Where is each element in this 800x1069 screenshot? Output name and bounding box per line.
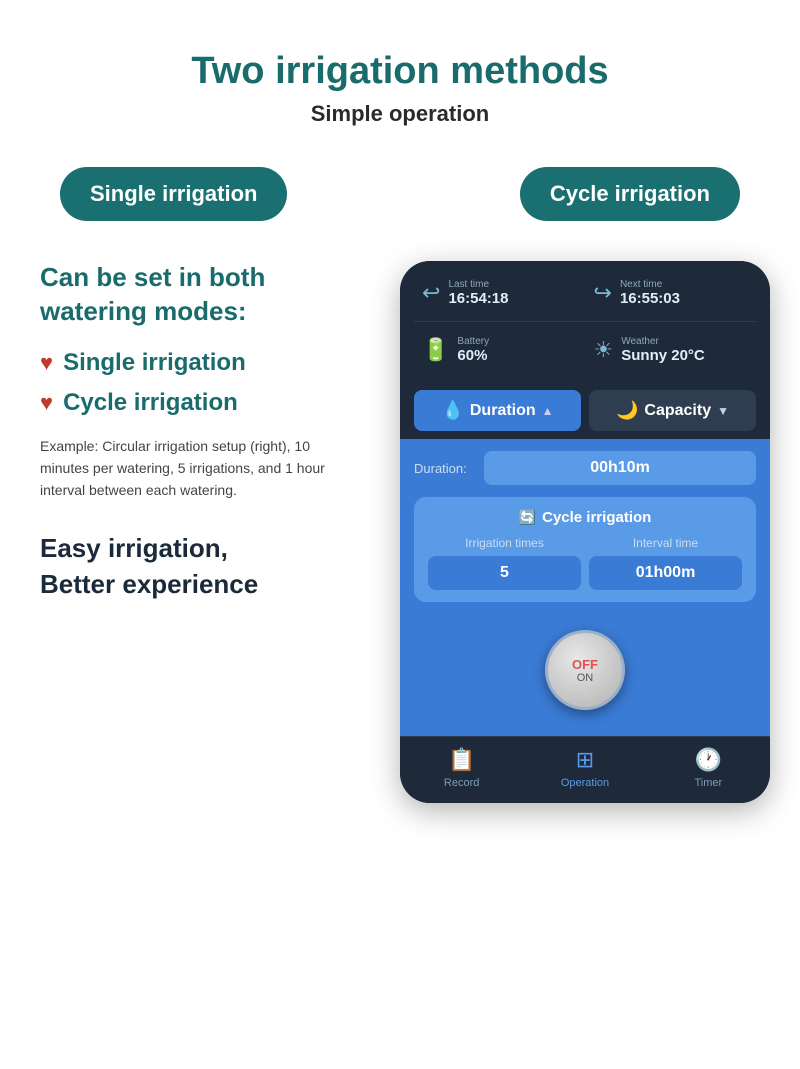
duration-value[interactable]: 00h10m (484, 451, 756, 485)
next-time-icon: ↪ (594, 280, 612, 306)
timer-icon: 🕐 (695, 747, 722, 773)
main-title: Two irrigation methods (40, 50, 760, 93)
weather-cell: ☀ Weather Sunny 20°C (586, 330, 757, 370)
interval-time-col: Interval time 01h00m (589, 536, 742, 590)
capacity-icon: 🌙 (616, 400, 638, 421)
irrigation-times-col: Irrigation times 5 (428, 536, 581, 590)
nav-operation[interactable]: ⊞ Operation (523, 747, 646, 789)
duration-label: Duration: (414, 461, 484, 476)
easy-line2: Better experience (40, 569, 258, 599)
bullet-cycle-label: Cycle irrigation (63, 389, 238, 417)
bullet-cycle: ♥ Cycle irrigation (40, 389, 370, 417)
weather-value: Sunny 20°C (621, 347, 705, 364)
last-time-icon: ↩ (422, 280, 440, 306)
cycle-irrigation-badge: Cycle irrigation (520, 167, 740, 221)
last-time-value: 16:54:18 (448, 290, 508, 307)
battery-cell: 🔋 Battery 60% (414, 330, 585, 370)
next-time-value: 16:55:03 (620, 290, 680, 307)
toggle-off-label: OFF (572, 657, 598, 672)
chevron-down-icon: ▼ (717, 404, 729, 418)
last-time-label: Last time (448, 279, 508, 290)
heart-icon-2: ♥ (40, 390, 53, 416)
easy-line1: Easy irrigation, (40, 533, 228, 563)
battery-label: Battery (457, 336, 489, 347)
badges-row: Single irrigation Cycle irrigation (0, 157, 800, 241)
toggle-section: OFF ON (414, 614, 756, 720)
phone-bottom-nav: 📋 Record ⊞ Operation 🕐 Timer (400, 736, 770, 803)
tab-capacity[interactable]: 🌙 Capacity ▼ (589, 390, 756, 431)
nav-operation-label: Operation (561, 777, 609, 789)
nav-timer[interactable]: 🕐 Timer (647, 747, 770, 789)
weather-icon: ☀ (594, 337, 614, 363)
bullet-single-label: Single irrigation (63, 349, 246, 377)
record-icon: 📋 (448, 747, 475, 773)
interval-time-header: Interval time (589, 536, 742, 550)
heart-icon-1: ♥ (40, 350, 53, 376)
tab-duration[interactable]: 💧 Duration ▲ (414, 390, 581, 431)
cycle-card-title-row: 🔄 Cycle irrigation (428, 509, 742, 526)
blue-content-area: Duration: 00h10m 🔄 Cycle irrigation Irri… (400, 439, 770, 736)
next-time-cell: ↪ Next time 16:55:03 (586, 273, 757, 313)
easy-text: Easy irrigation, Better experience (40, 530, 370, 603)
sub-title: Simple operation (40, 101, 760, 127)
operation-icon: ⊞ (576, 747, 594, 773)
next-time-label: Next time (620, 279, 680, 290)
cycle-card: 🔄 Cycle irrigation Irrigation times 5 In… (414, 497, 756, 602)
cycle-cols: Irrigation times 5 Interval time 01h00m (428, 536, 742, 590)
toggle-on-label: ON (577, 672, 594, 684)
tab-duration-label: Duration (470, 402, 536, 420)
bullet-single: ♥ Single irrigation (40, 349, 370, 377)
battery-value: 60% (457, 347, 489, 364)
on-off-toggle[interactable]: OFF ON (545, 630, 625, 710)
irrigation-times-value[interactable]: 5 (428, 556, 581, 590)
phone-second-row: 🔋 Battery 60% ☀ Weather Sunny 20°C (400, 322, 770, 382)
example-text: Example: Circular irrigation setup (righ… (40, 435, 340, 502)
last-time-cell: ↩ Last time 16:54:18 (414, 273, 585, 313)
page-container: Two irrigation methods Simple operation … (0, 0, 800, 1069)
header-section: Two irrigation methods Simple operation (0, 30, 800, 157)
irrigation-times-header: Irrigation times (428, 536, 581, 550)
mode-tabs: 💧 Duration ▲ 🌙 Capacity ▼ (400, 382, 770, 439)
water-drop-icon: 💧 (441, 400, 463, 421)
duration-row: Duration: 00h10m (414, 451, 756, 485)
can-be-set-text: Can be set in bothwatering modes: (40, 261, 370, 329)
phone-top-bar: ↩ Last time 16:54:18 ↪ Next time 16:55:0… (400, 261, 770, 321)
weather-label: Weather (621, 336, 705, 347)
phone-mockup: ↩ Last time 16:54:18 ↪ Next time 16:55:0… (400, 261, 770, 803)
battery-icon: 🔋 (422, 337, 449, 363)
nav-record[interactable]: 📋 Record (400, 747, 523, 789)
single-irrigation-badge: Single irrigation (60, 167, 287, 221)
main-content: Can be set in bothwatering modes: ♥ Sing… (0, 241, 800, 813)
nav-record-label: Record (444, 777, 479, 789)
left-col: Can be set in bothwatering modes: ♥ Sing… (40, 261, 380, 603)
cycle-refresh-icon: 🔄 (519, 509, 536, 526)
chevron-up-icon: ▲ (542, 404, 554, 418)
interval-time-value[interactable]: 01h00m (589, 556, 742, 590)
phone-mockup-container: ↩ Last time 16:54:18 ↪ Next time 16:55:0… (400, 261, 770, 803)
cycle-card-label: Cycle irrigation (542, 509, 651, 526)
tab-capacity-label: Capacity (644, 402, 711, 420)
nav-timer-label: Timer (694, 777, 722, 789)
